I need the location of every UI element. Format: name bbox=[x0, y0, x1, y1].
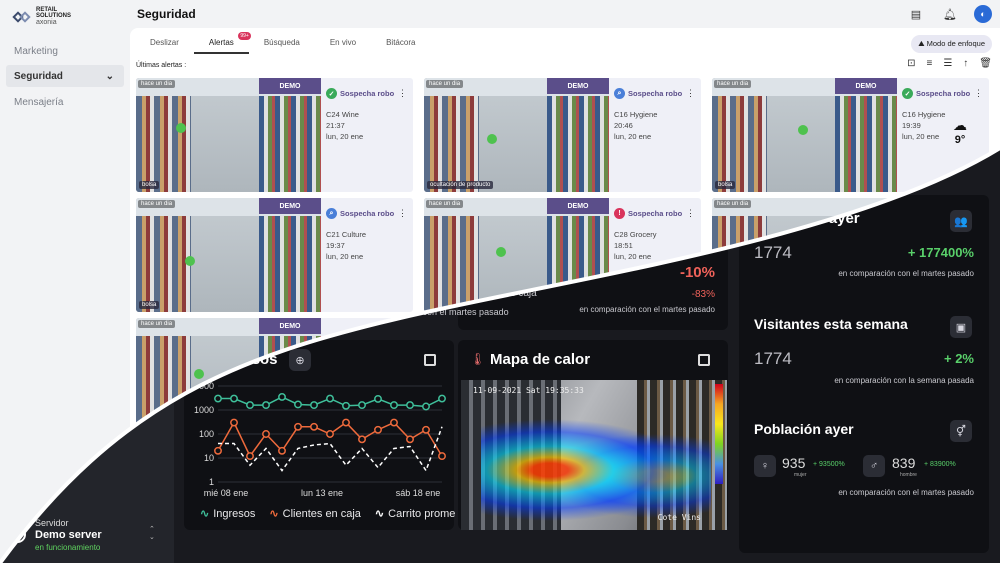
theme-divider bbox=[0, 146, 1000, 563]
